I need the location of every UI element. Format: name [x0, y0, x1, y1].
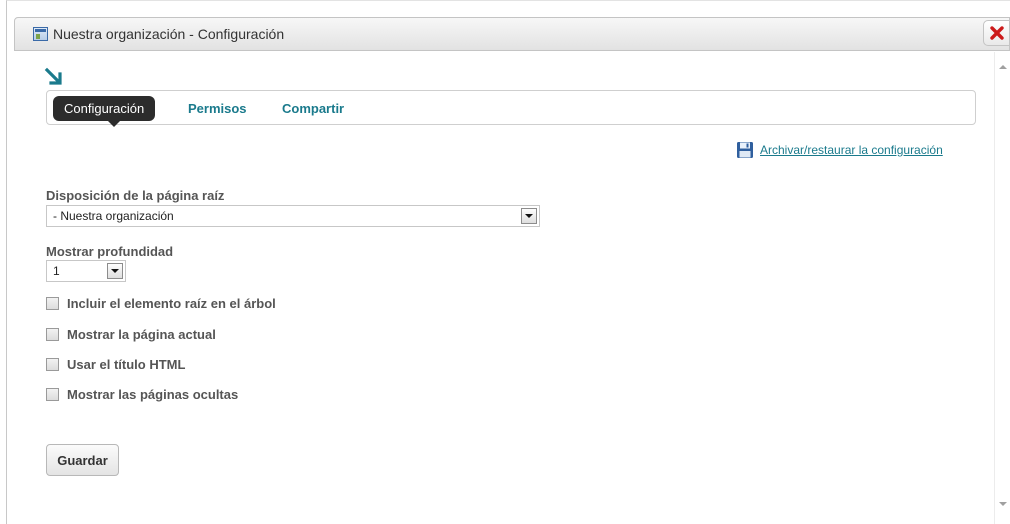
page: Nuestra organización - Configuración Con…: [0, 0, 1010, 524]
archive-restore-label: Archivar/restaurar la configuración: [760, 143, 943, 157]
checkbox-row-show-current[interactable]: Mostrar la página actual: [46, 326, 216, 342]
chevron-down-icon: [107, 263, 123, 279]
html-title-label: Usar el título HTML: [67, 356, 186, 372]
tab-configuracion[interactable]: Configuración: [53, 96, 156, 127]
root-layout-value: - Nuestra organización: [53, 209, 174, 223]
outer-frame-edge: [6, 8, 7, 524]
tab-permisos[interactable]: Permisos: [188, 96, 247, 121]
checkbox-row-show-hidden[interactable]: Mostrar las páginas ocultas: [46, 386, 238, 402]
show-hidden-checkbox[interactable]: [46, 387, 59, 401]
show-current-checkbox[interactable]: [46, 327, 59, 341]
root-layout-label: Disposición de la página raíz: [46, 188, 225, 203]
arrow-down-right-icon[interactable]: [44, 67, 64, 87]
depth-value: 1: [53, 264, 60, 278]
include-root-label: Incluir el elemento raíz en el árbol: [67, 295, 276, 311]
root-layout-select[interactable]: - Nuestra organización: [46, 205, 540, 227]
close-icon: [990, 26, 1004, 40]
html-title-checkbox[interactable]: [46, 357, 59, 371]
checkbox-row-html-title[interactable]: Usar el título HTML: [46, 356, 185, 372]
vertical-scrollbar[interactable]: [994, 52, 1010, 524]
scroll-up-icon[interactable]: [999, 65, 1007, 69]
depth-label: Mostrar profundidad: [46, 244, 174, 259]
checkbox-row-include-root[interactable]: Incluir el elemento raíz en el árbol: [46, 295, 276, 311]
show-current-label: Mostrar la página actual: [67, 326, 216, 342]
dialog-titlebar[interactable]: Nuestra organización - Configuración: [14, 17, 1010, 51]
include-root-checkbox[interactable]: [46, 296, 59, 310]
floppy-disk-icon: [737, 142, 753, 158]
depth-select[interactable]: 1: [46, 260, 126, 282]
outer-frame: [6, 0, 1010, 9]
chevron-down-icon: [521, 208, 537, 224]
tab-compartir[interactable]: Compartir: [282, 96, 344, 121]
close-button[interactable]: [983, 20, 1010, 46]
tab-bar: Configuración Permisos Compartir: [46, 90, 976, 127]
scroll-down-icon[interactable]: [999, 502, 1007, 506]
archive-restore-link[interactable]: Archivar/restaurar la configuración: [736, 140, 943, 160]
save-button[interactable]: Guardar: [46, 444, 119, 476]
show-hidden-label: Mostrar las páginas ocultas: [67, 386, 239, 402]
window-icon: [33, 27, 48, 41]
dialog-title: Nuestra organización - Configuración: [53, 26, 285, 42]
